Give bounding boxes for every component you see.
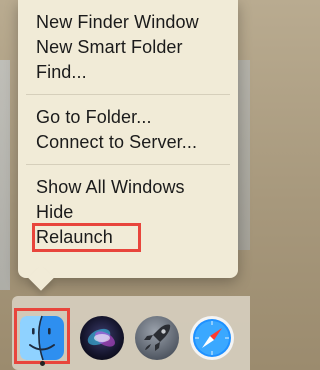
finder-context-menu: New Finder Window New Smart Folder Find.… bbox=[18, 0, 238, 278]
safari-icon[interactable] bbox=[189, 315, 235, 361]
menu-item-hide[interactable]: Hide bbox=[18, 200, 238, 225]
background-window-edge bbox=[0, 60, 10, 290]
menu-item-go-to-folder[interactable]: Go to Folder... bbox=[18, 105, 238, 130]
menu-item-find[interactable]: Find... bbox=[18, 60, 238, 85]
background-window-edge bbox=[238, 60, 250, 250]
launchpad-icon[interactable] bbox=[134, 315, 180, 361]
menu-separator bbox=[26, 164, 230, 165]
menu-item-new-finder-window[interactable]: New Finder Window bbox=[18, 10, 238, 35]
finder-icon[interactable] bbox=[19, 315, 65, 361]
menu-item-connect-to-server[interactable]: Connect to Server... bbox=[18, 130, 238, 155]
menu-item-new-smart-folder[interactable]: New Smart Folder bbox=[18, 35, 238, 60]
running-indicator bbox=[40, 361, 45, 366]
siri-icon[interactable] bbox=[79, 315, 125, 361]
menu-item-show-all-windows[interactable]: Show All Windows bbox=[18, 175, 238, 200]
menu-item-relaunch[interactable]: Relaunch bbox=[18, 225, 238, 250]
dock bbox=[12, 296, 250, 370]
menu-separator bbox=[26, 94, 230, 95]
